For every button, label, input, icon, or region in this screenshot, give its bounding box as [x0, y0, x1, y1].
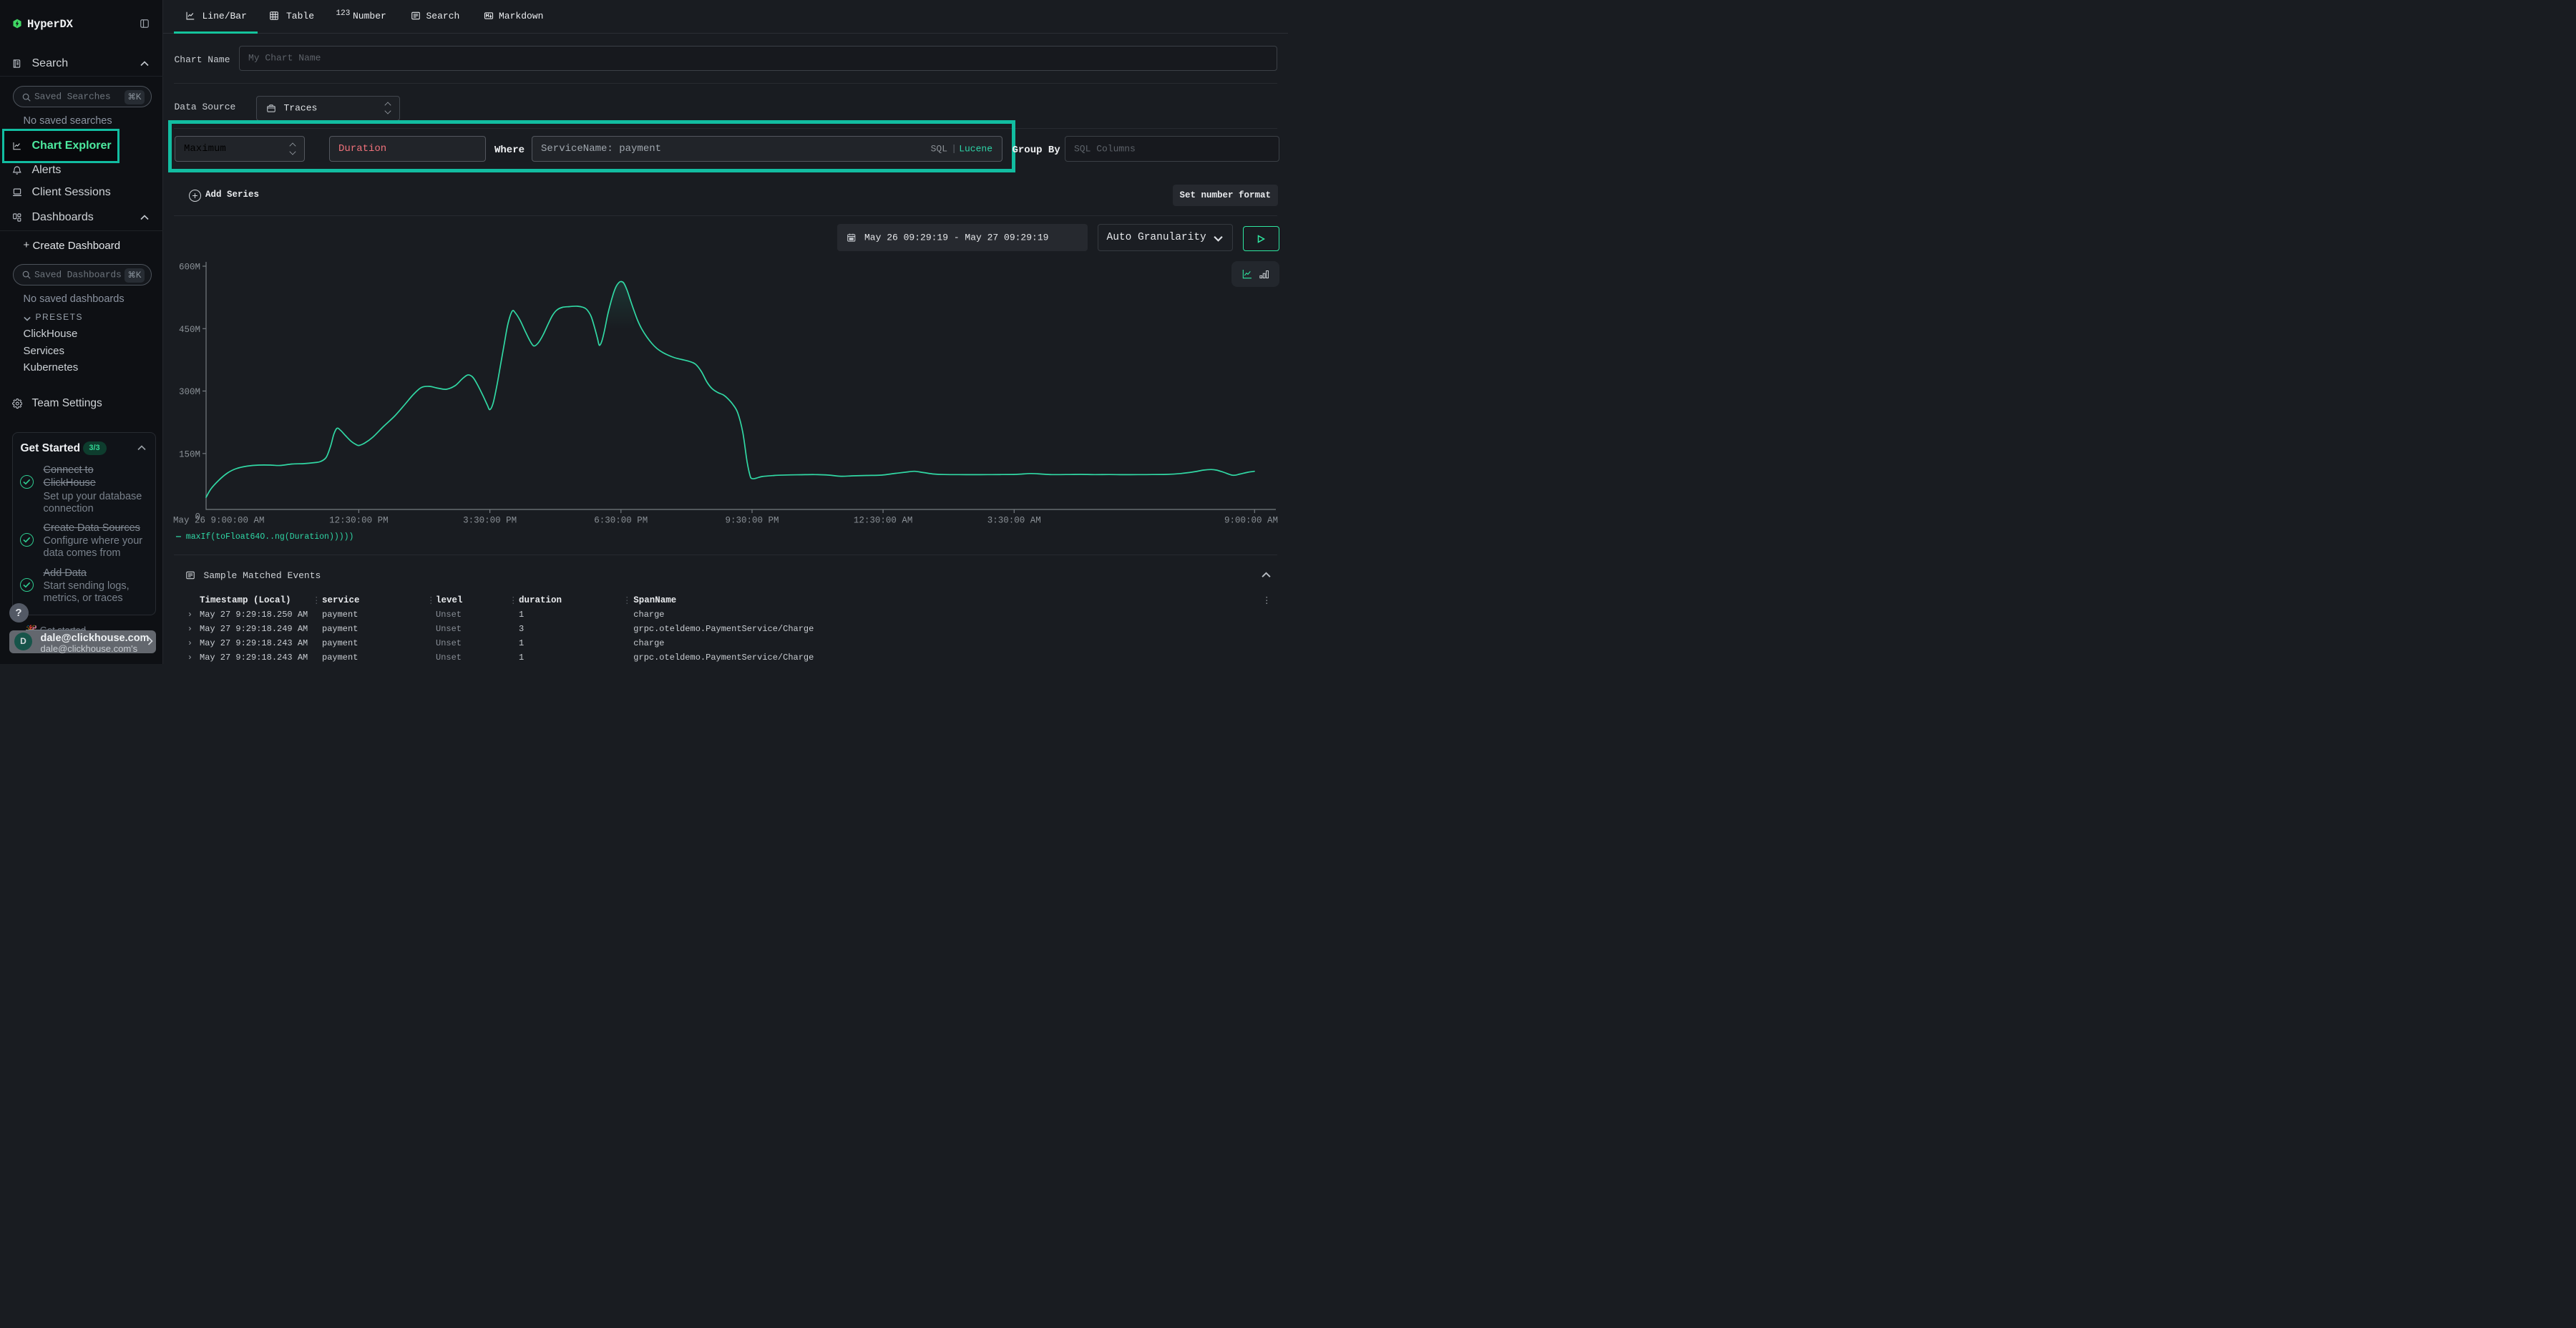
svg-text:3:30:00 PM: 3:30:00 PM [463, 516, 517, 526]
svg-text:6:30:00 PM: 6:30:00 PM [594, 516, 648, 526]
svg-text:300M: 300M [179, 387, 200, 397]
svg-text:May 26 9:00:00 AM: May 26 9:00:00 AM [173, 516, 265, 526]
svg-text:12:30:00 AM: 12:30:00 AM [854, 516, 913, 526]
svg-text:9:00:00 AM: 9:00:00 AM [1224, 516, 1278, 526]
svg-text:9:30:00 PM: 9:30:00 PM [725, 516, 779, 526]
svg-text:150M: 150M [179, 449, 200, 459]
svg-text:12:30:00 PM: 12:30:00 PM [329, 516, 389, 526]
svg-text:3:30:00 AM: 3:30:00 AM [987, 516, 1041, 526]
svg-text:600M: 600M [179, 263, 200, 273]
svg-text:450M: 450M [179, 325, 200, 335]
